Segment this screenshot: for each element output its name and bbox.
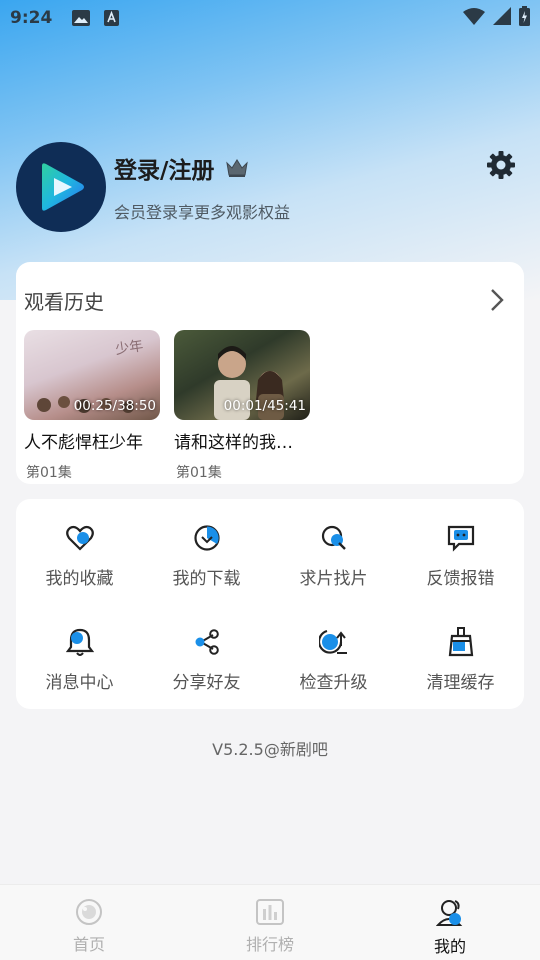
profile-icon: [435, 899, 464, 931]
share-icon: [192, 627, 222, 657]
tab-label: 我的: [433, 937, 466, 956]
menu-item-request[interactable]: 求片找片: [270, 523, 397, 589]
history-title: 请和这样的我…: [174, 433, 293, 453]
history-item[interactable]: 00:01/45:41 请和这样的我… 第01集: [174, 330, 310, 482]
chevron-right-icon[interactable]: [490, 288, 504, 316]
profile-subtitle: 会员登录享更多观影权益: [114, 203, 291, 222]
history-thumbnail[interactable]: 少年 00:25/38:50: [24, 330, 160, 420]
tab-ranking[interactable]: 排行榜: [220, 899, 320, 955]
status-bar: 9:24: [0, 0, 540, 36]
menu-item-upgrade[interactable]: 检查升级: [270, 627, 397, 693]
history-title: 人不彪悍枉少年: [24, 433, 143, 453]
status-time: 9:24: [10, 8, 53, 28]
history-episode: 第01集: [26, 465, 72, 481]
history-progress: 00:01/45:41: [223, 398, 306, 414]
heart-icon: [65, 523, 95, 553]
crown-icon: [226, 158, 249, 178]
menu-item-messages[interactable]: 消息中心: [16, 627, 143, 693]
menu-item-label: 求片找片: [299, 569, 368, 589]
watch-history-title: 观看历史: [24, 290, 104, 314]
svg-text:少年: 少年: [114, 338, 144, 358]
app-notification-icon: [104, 10, 120, 26]
login-register-link[interactable]: 登录/注册: [114, 151, 214, 185]
bottom-tab-bar: 首页 排行榜 我的: [0, 884, 540, 960]
tab-mine[interactable]: 我的: [400, 899, 500, 957]
profile-section[interactable]: 登录/注册 会员登录享更多观影权益: [16, 142, 290, 232]
version-text: V5.2.5@新剧吧: [212, 740, 328, 759]
menu-item-share[interactable]: 分享好友: [143, 627, 270, 693]
menu-item-clear-cache[interactable]: 清理缓存: [397, 627, 524, 693]
watch-history-card: 观看历史 少年 00:25/38:50 人不彪悍枉少年 第01集 00:01/4…: [16, 262, 524, 484]
menu-item-favorites[interactable]: 我的收藏: [16, 523, 143, 589]
bell-icon: [65, 627, 95, 657]
history-progress: 00:25/38:50: [73, 398, 156, 414]
menu-item-label: 消息中心: [45, 673, 114, 693]
history-item[interactable]: 少年 00:25/38:50 人不彪悍枉少年 第01集: [24, 330, 160, 482]
menu-item-feedback[interactable]: 反馈报错: [397, 523, 524, 589]
menu-item-label: 我的收藏: [45, 569, 114, 589]
ranking-chart-icon: [256, 899, 284, 929]
signal-icon: [493, 7, 511, 29]
broom-icon: [446, 627, 476, 657]
search-icon: [319, 523, 349, 553]
settings-gear-icon[interactable]: [486, 150, 516, 184]
battery-icon: [519, 6, 530, 30]
menu-item-label: 清理缓存: [426, 673, 495, 693]
menu-item-label: 检查升级: [299, 673, 368, 693]
download-icon: [192, 523, 222, 553]
menu-item-label: 反馈报错: [426, 569, 495, 589]
menu-item-label: 我的下载: [172, 569, 241, 589]
avatar[interactable]: [16, 142, 106, 232]
image-notification-icon: [72, 10, 91, 26]
history-episode: 第01集: [176, 465, 222, 481]
upgrade-icon: [318, 627, 349, 657]
menu-card: 我的收藏 我的下载 求片找片 反馈报错 消息中心 分享好友 检查升级 清理缓存: [16, 499, 524, 709]
app-logo-icon: [42, 163, 84, 211]
history-thumbnail[interactable]: 00:01/45:41: [174, 330, 310, 420]
tab-label: 排行榜: [245, 935, 294, 954]
feedback-icon: [446, 523, 476, 553]
menu-item-label: 分享好友: [172, 673, 241, 693]
wifi-icon: [463, 7, 485, 29]
tab-home[interactable]: 首页: [39, 899, 139, 955]
menu-item-downloads[interactable]: 我的下载: [143, 523, 270, 589]
tab-label: 首页: [72, 935, 105, 954]
home-film-icon: [75, 899, 103, 929]
